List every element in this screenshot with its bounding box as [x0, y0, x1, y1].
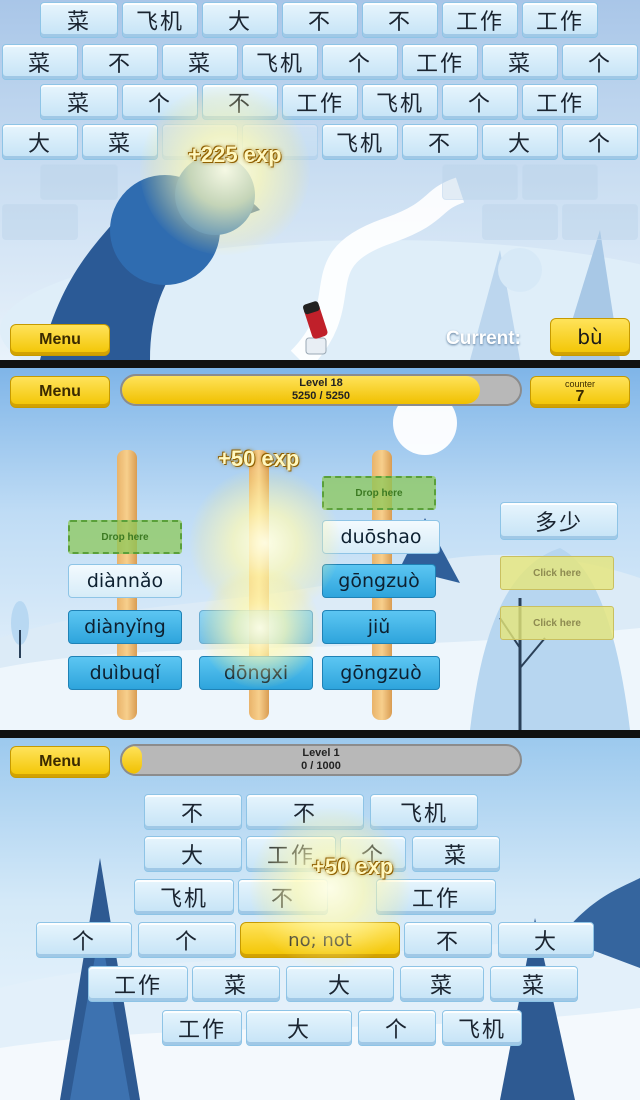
character-block[interactable]: 个 [138, 922, 236, 958]
pinyin-card[interactable]: gōngzuò [322, 564, 436, 598]
character-block[interactable]: 个 [36, 922, 132, 958]
game-panel-character-shooter: 菜 飞机 大 不 不 工作 工作 菜 不 菜 飞机 个 工作 菜 个 菜 个 不… [0, 0, 640, 360]
character-block[interactable]: 不 [82, 44, 158, 80]
pinyin-card[interactable]: duìbuqǐ [68, 656, 182, 690]
character-block[interactable]: 工作 [442, 2, 518, 38]
character-block[interactable]: 飞机 [370, 794, 478, 830]
character-block[interactable]: 不 [402, 124, 478, 160]
counter-value: 7 [575, 387, 585, 405]
character-block[interactable]: 飞机 [442, 1010, 522, 1046]
character-block[interactable]: 工作 [88, 966, 188, 1002]
progress-text: 5250 / 5250 [291, 390, 351, 402]
character-block[interactable]: 不 [282, 2, 358, 38]
menu-button[interactable]: Menu [10, 746, 110, 778]
character-block[interactable]: 工作 [282, 84, 358, 120]
counter-badge: counter 7 [530, 376, 630, 408]
character-block[interactable]: 飞机 [134, 879, 234, 915]
character-block[interactable]: 飞机 [242, 44, 318, 80]
pinyin-card[interactable]: diànyǐng [68, 610, 182, 644]
character-block[interactable]: 飞机 [362, 84, 438, 120]
character-block[interactable]: 工作 [522, 2, 598, 38]
empty-slot [442, 164, 518, 200]
character-block[interactable]: 工作 [402, 44, 478, 80]
character-block[interactable]: 个 [358, 1010, 436, 1046]
target-character: 多少 [500, 502, 618, 540]
empty-slot [40, 164, 118, 200]
explosion-effect [250, 808, 410, 968]
character-block[interactable]: 工作 [522, 84, 598, 120]
current-label: Current: [446, 328, 521, 349]
exp-popup: +225 exp [188, 142, 282, 167]
drop-zone[interactable]: Drop here [68, 520, 182, 554]
click-zone[interactable]: Click here [500, 556, 614, 590]
character-block[interactable]: 菜 [490, 966, 578, 1002]
game-panel-pinyin-match: Menu Level 18 5250 / 5250 counter 7 Drop… [0, 368, 640, 730]
character-block[interactable]: 大 [246, 1010, 352, 1046]
character-block[interactable]: 大 [286, 966, 394, 1002]
character-block[interactable]: 大 [202, 2, 278, 38]
character-block[interactable]: 个 [442, 84, 518, 120]
menu-button[interactable]: Menu [10, 324, 110, 356]
character-block[interactable]: 大 [482, 124, 558, 160]
character-block[interactable]: 菜 [162, 44, 238, 80]
exp-popup: +50 exp [312, 854, 394, 879]
character-block[interactable]: 不 [144, 794, 242, 830]
character-block[interactable]: 工作 [162, 1010, 242, 1046]
game-panel-meaning-match: Menu Level 1 0 / 1000 不 不 飞机 大 工作 个 菜 飞机… [0, 738, 640, 1100]
explosion-effect [200, 568, 320, 688]
character-block[interactable]: 大 [498, 922, 594, 958]
click-zone[interactable]: Click here [500, 606, 614, 640]
level-progress-bar: Level 1 0 / 1000 [120, 744, 522, 776]
character-block[interactable]: 菜 [192, 966, 280, 1002]
empty-slot [522, 164, 598, 200]
level-progress-bar: Level 18 5250 / 5250 [120, 374, 522, 406]
level-label: Level 18 [299, 377, 343, 389]
character-block[interactable]: 菜 [40, 84, 118, 120]
character-block[interactable]: 菜 [400, 966, 484, 1002]
character-block[interactable]: 个 [562, 124, 638, 160]
cannon-icon[interactable] [296, 298, 336, 358]
character-block[interactable]: 不 [404, 922, 492, 958]
character-block[interactable]: 飞机 [122, 2, 198, 38]
pinyin-card[interactable]: diànnǎo [68, 564, 182, 598]
character-block[interactable]: 个 [322, 44, 398, 80]
current-pinyin: bù [550, 318, 630, 356]
character-block[interactable]: 菜 [2, 44, 78, 80]
character-block[interactable]: 菜 [412, 836, 500, 872]
empty-slot [2, 204, 78, 240]
pinyin-card[interactable]: gōngzuò [322, 656, 440, 690]
empty-slot [562, 204, 638, 240]
character-block[interactable]: 菜 [482, 44, 558, 80]
character-block[interactable]: 飞机 [322, 124, 398, 160]
explosion-effect [140, 85, 310, 255]
level-label: Level 1 [302, 747, 340, 759]
pinyin-card[interactable]: jiǔ [322, 610, 436, 644]
empty-slot [482, 204, 558, 240]
menu-button[interactable]: Menu [10, 376, 110, 408]
character-block[interactable]: 个 [562, 44, 638, 80]
character-block[interactable]: 大 [2, 124, 78, 160]
drop-zone[interactable]: Drop here [322, 476, 436, 510]
exp-popup: +50 exp [218, 446, 300, 471]
character-block[interactable]: 不 [362, 2, 438, 38]
character-block[interactable]: 大 [144, 836, 242, 872]
progress-text: 0 / 1000 [301, 760, 341, 772]
character-block[interactable]: 菜 [40, 2, 118, 38]
